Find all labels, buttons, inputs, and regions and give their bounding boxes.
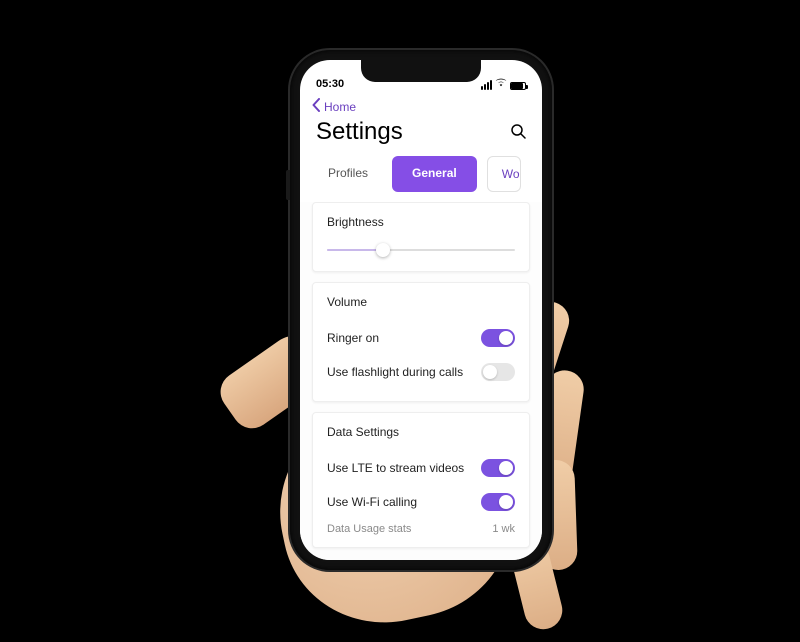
lte-toggle[interactable] [481, 459, 515, 477]
status-time: 05:30 [316, 78, 344, 90]
flashlight-label: Use flashlight during calls [327, 365, 463, 379]
flashlight-toggle[interactable] [481, 363, 515, 381]
page-title: Settings [316, 118, 403, 146]
search-icon[interactable] [510, 123, 526, 142]
back-nav[interactable]: Home [300, 92, 542, 118]
phone-screen: 05:30 Home Settings Profiles General [300, 60, 542, 560]
wifi-calling-label: Use Wi-Fi calling [327, 495, 417, 509]
lte-row: Use LTE to stream videos [327, 451, 515, 485]
data-usage-value: 1 wk [492, 523, 515, 535]
wifi-icon [495, 77, 507, 90]
settings-scroll[interactable]: Brightness Volume Ringer on Use flashlig… [300, 202, 542, 560]
ringer-row: Ringer on [327, 321, 515, 355]
ringer-toggle[interactable] [481, 329, 515, 347]
wifi-calling-toggle[interactable] [481, 493, 515, 511]
cell-signal-icon [481, 80, 492, 90]
brightness-card: Brightness [312, 202, 530, 272]
wifi-calling-row: Use Wi-Fi calling [327, 485, 515, 519]
brightness-title: Brightness [327, 215, 515, 229]
tabs: Profiles General Workspace [300, 156, 542, 202]
phone-frame: 05:30 Home Settings Profiles General [290, 50, 552, 570]
brightness-slider[interactable] [327, 241, 515, 259]
slider-thumb[interactable] [376, 243, 390, 257]
back-label: Home [324, 100, 356, 114]
data-usage-label: Data Usage stats [327, 523, 411, 535]
tab-general[interactable]: General [392, 156, 477, 192]
tab-workspace[interactable]: Workspace [487, 156, 521, 192]
notch [361, 60, 481, 82]
flashlight-row: Use flashlight during calls [327, 355, 515, 389]
volume-card: Volume Ringer on Use flashlight during c… [312, 282, 530, 402]
data-settings-card: Data Settings Use LTE to stream videos U… [312, 412, 530, 548]
data-settings-title: Data Settings [327, 425, 515, 439]
chevron-left-icon [310, 98, 322, 116]
lte-label: Use LTE to stream videos [327, 461, 464, 475]
volume-title: Volume [327, 295, 515, 309]
data-usage-row[interactable]: Data Usage stats 1 wk [327, 519, 515, 535]
battery-icon [510, 82, 526, 90]
tab-profiles[interactable]: Profiles [314, 156, 382, 192]
ringer-label: Ringer on [327, 331, 379, 345]
